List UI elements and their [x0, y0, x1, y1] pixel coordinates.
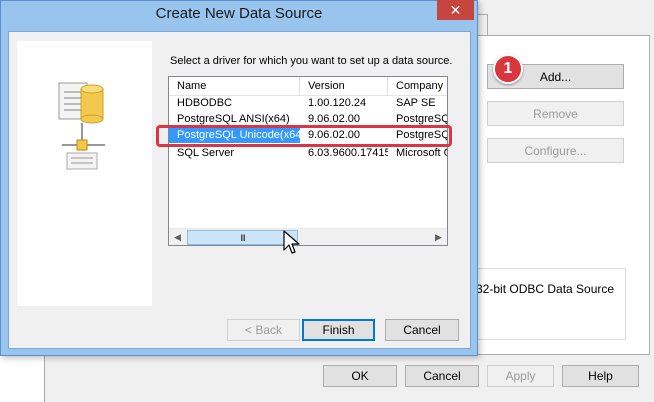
horizontal-scrollbar[interactable]: ◀ III ▶ — [169, 228, 447, 245]
ok-button[interactable]: OK — [323, 365, 397, 387]
dialog-cancel-button[interactable]: Cancel — [385, 319, 459, 341]
driver-company: Microsoft C — [396, 147, 448, 159]
close-button[interactable]: ✕ — [437, 0, 474, 20]
description-text: e 32-bit ODBC Data Source — [466, 282, 615, 296]
close-icon: ✕ — [449, 1, 462, 18]
column-header-version[interactable]: Version — [300, 77, 388, 96]
driver-list[interactable]: Name Version Company HDBODBC 1.00.120.24… — [168, 76, 448, 246]
driver-company: SAP SE — [396, 97, 436, 109]
wizard-image — [17, 41, 152, 306]
driver-name: SQL Server — [177, 147, 235, 159]
column-header-company[interactable]: Company — [388, 77, 447, 96]
help-button[interactable]: Help — [562, 365, 639, 387]
driver-row-sql-server[interactable]: SQL Server 6.03.9600.17415 Microsoft C — [169, 145, 447, 161]
remove-button[interactable]: Remove — [487, 101, 624, 126]
finish-button[interactable]: Finish — [302, 319, 375, 341]
database-network-icon — [58, 82, 105, 170]
cancel-button[interactable]: Cancel — [405, 365, 479, 387]
scroll-right-arrow-icon[interactable]: ▶ — [430, 229, 447, 246]
column-header-name[interactable]: Name — [169, 77, 300, 96]
back-button[interactable]: < Back — [227, 319, 300, 341]
scroll-left-arrow-icon[interactable]: ◀ — [169, 229, 186, 246]
mouse-cursor-icon — [283, 230, 300, 254]
configure-button[interactable]: Configure... — [487, 138, 624, 163]
driver-version: 1.00.120.24 — [308, 97, 367, 109]
scrollbar-thumb[interactable]: III — [187, 230, 298, 245]
driver-prompt: Select a driver for which you want to se… — [170, 55, 453, 67]
apply-button[interactable]: Apply — [487, 365, 554, 387]
driver-name: HDBODBC — [177, 97, 233, 109]
selection-highlight-frame — [156, 125, 452, 147]
description-box — [460, 268, 626, 340]
step-badge: 1 — [493, 54, 523, 84]
driver-row-hdbodbc[interactable]: HDBODBC 1.00.120.24 SAP SE — [169, 95, 447, 111]
driver-version: 6.03.9600.17415 — [308, 147, 388, 159]
dialog-title: Create New Data Source — [155, 5, 323, 22]
